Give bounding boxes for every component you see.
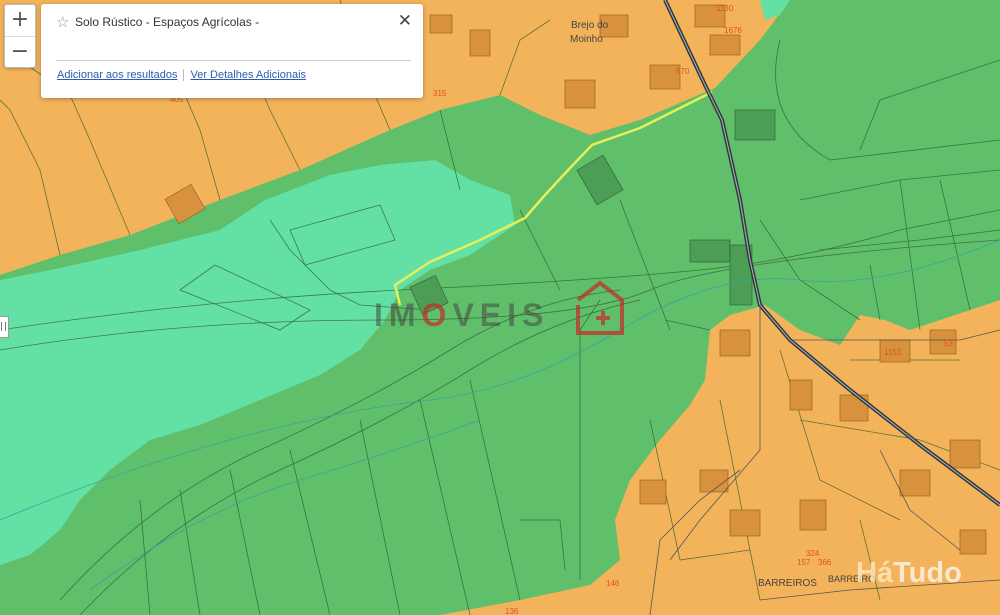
parcel-number: 146	[606, 579, 620, 588]
feature-popup: ☆ Solo Rústico - Espaços Agrícolas - ✕ A…	[41, 4, 423, 98]
parcel-number: 157	[797, 558, 811, 567]
zoom-in-button[interactable]: +	[5, 5, 35, 37]
watermark-text-b: VEIS	[452, 297, 550, 333]
watermark-text-o: O	[421, 297, 453, 333]
parcel-number: 315	[433, 89, 447, 98]
popup-title: Solo Rústico - Espaços Agrícolas -	[75, 15, 260, 29]
parcel-number: 570	[676, 67, 690, 76]
close-icon[interactable]: ✕	[398, 11, 412, 31]
watermark-text-a: IM	[374, 297, 422, 333]
place-label-barreiros: BARREIROS	[758, 578, 817, 589]
parcel-number: 136	[505, 607, 519, 615]
parcel-number: 1676	[724, 26, 742, 35]
place-label-brejo: Brejo do	[571, 20, 609, 31]
place-label-moinho: Moinho	[570, 34, 603, 45]
parcel-number: 1153	[884, 348, 902, 357]
zoom-control: + −	[4, 4, 36, 68]
grip-icon	[1, 322, 6, 331]
link-separator	[183, 69, 185, 82]
brand-text-b: Tudo	[893, 557, 962, 589]
parcel-number: 324	[806, 549, 820, 558]
parcel-number: 366	[818, 558, 832, 567]
side-panel-handle[interactable]	[0, 316, 9, 338]
parcel-number: 1130	[716, 4, 734, 13]
star-icon[interactable]: ☆	[56, 13, 69, 31]
popup-divider	[56, 60, 411, 61]
brand-text-a: Há	[856, 557, 894, 589]
add-to-results-link[interactable]: Adicionar aos resultados	[57, 69, 177, 81]
zoom-out-button[interactable]: −	[5, 37, 35, 68]
popup-actions: Adicionar aos resultados Ver Detalhes Adi…	[57, 69, 306, 82]
hatudo-logo: HáTudo	[856, 557, 962, 590]
parcel-number: 53	[944, 339, 953, 348]
imoveis-watermark: IMOVEIS	[374, 297, 549, 334]
view-details-link[interactable]: Ver Detalhes Adicionais	[190, 69, 306, 81]
